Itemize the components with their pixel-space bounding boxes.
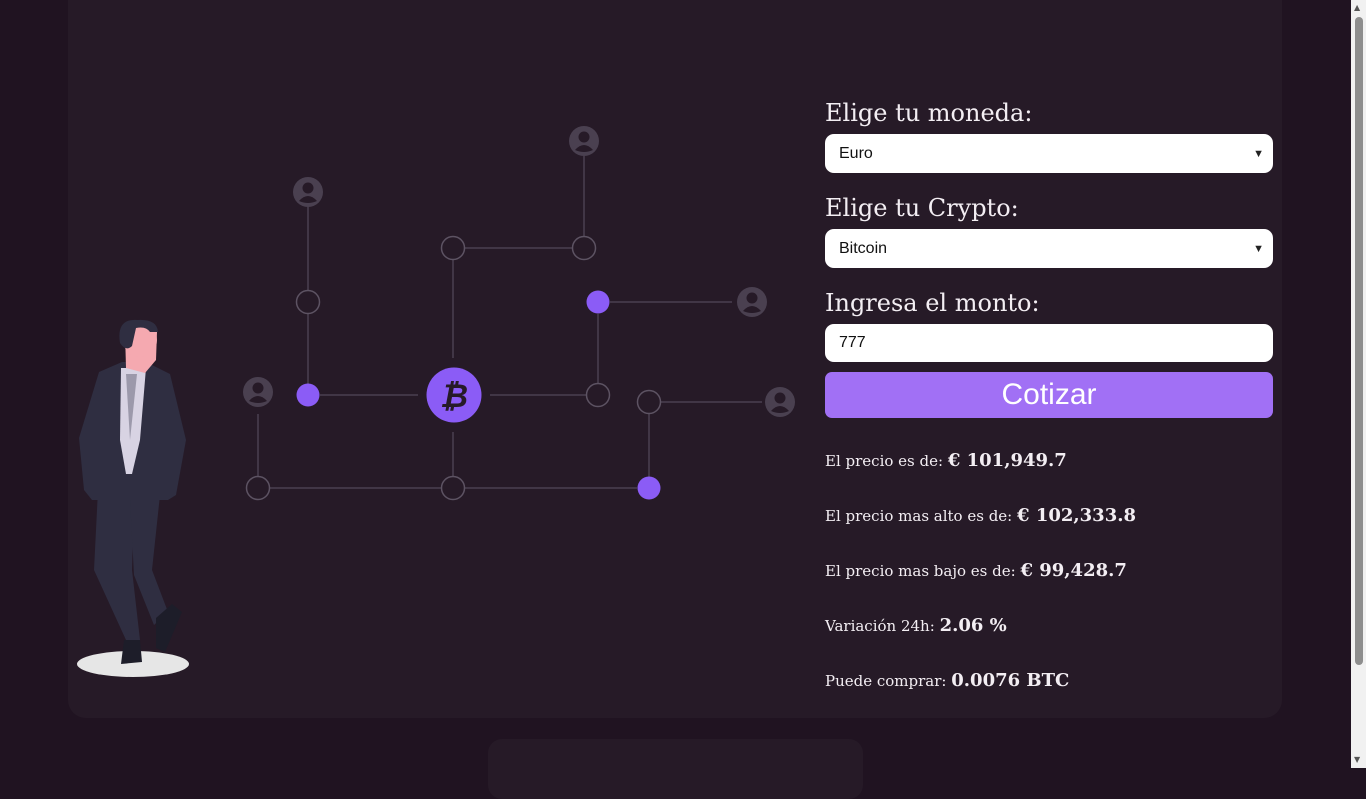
result-low-value: € 99,428.7: [1020, 560, 1127, 581]
result-high-value: € 102,333.8: [1017, 505, 1137, 526]
scroll-up-icon[interactable]: ▲: [1354, 4, 1360, 12]
result-change-value: 2.06 %: [939, 615, 1007, 636]
network-node-active: [296, 383, 320, 407]
network-node: [245, 475, 271, 501]
network-node: [636, 389, 662, 415]
chevron-down-icon: ▼: [1253, 147, 1264, 160]
amount-input-value: 777: [839, 334, 866, 351]
scrollbar-thumb[interactable]: [1355, 17, 1363, 665]
secondary-card: [488, 739, 863, 799]
amount-label: Ingresa el monto:: [825, 289, 1040, 317]
result-high-label: El precio mas alto es de:: [825, 507, 1013, 525]
user-icon: [293, 177, 323, 207]
chevron-down-icon: ▼: [1253, 242, 1264, 255]
crypto-label: Elige tu Crypto:: [825, 194, 1019, 222]
result-price-label: El precio es de:: [825, 452, 944, 470]
svg-text:₿: ₿: [440, 377, 468, 415]
user-icon: [243, 377, 273, 407]
user-icon: [569, 126, 599, 156]
network-lines: [257, 156, 762, 489]
quote-form: Elige tu moneda: Euro ▼ Elige tu Crypto:…: [825, 96, 1273, 418]
currency-select-value: Euro: [839, 144, 873, 162]
result-price: El precio es de: € 101,949.7: [825, 449, 1273, 504]
amount-input[interactable]: 777: [825, 324, 1273, 362]
network-node: [585, 382, 611, 408]
businessman-illustration: [77, 319, 189, 677]
network-node: [440, 475, 466, 501]
submit-button[interactable]: Cotizar: [825, 372, 1273, 418]
network-node: [295, 289, 321, 315]
bitcoin-icon: ₿: [426, 367, 482, 423]
user-icon: [737, 287, 767, 317]
result-change-label: Variación 24h:: [825, 617, 935, 635]
result-buy-value: 0.0076 BTC: [951, 670, 1070, 691]
crypto-select-value: Bitcoin: [839, 239, 888, 257]
result-buy: Puede comprar: 0.0076 BTC: [825, 669, 1273, 724]
quote-results: El precio es de: € 101,949.7 El precio m…: [825, 449, 1273, 724]
result-change: Variación 24h: 2.06 %: [825, 614, 1273, 669]
network-node: [440, 235, 466, 261]
crypto-network-illustration: ₿: [77, 126, 795, 677]
result-buy-label: Puede comprar:: [825, 672, 947, 690]
network-node: [571, 235, 597, 261]
network-node-active: [586, 290, 610, 314]
page-scrollbar[interactable]: ▲ ▼: [1351, 0, 1366, 768]
currency-label: Elige tu moneda:: [825, 99, 1033, 127]
crypto-select[interactable]: Bitcoin ▼: [825, 229, 1273, 268]
scroll-down-icon[interactable]: ▼: [1354, 756, 1360, 764]
result-low-label: El precio mas bajo es de:: [825, 562, 1016, 580]
result-high: El precio mas alto es de: € 102,333.8: [825, 504, 1273, 559]
currency-select[interactable]: Euro ▼: [825, 134, 1273, 173]
user-icon: [765, 387, 795, 417]
result-low: El precio mas bajo es de: € 99,428.7: [825, 559, 1273, 614]
network-node-active: [637, 476, 661, 500]
result-price-value: € 101,949.7: [947, 450, 1067, 471]
